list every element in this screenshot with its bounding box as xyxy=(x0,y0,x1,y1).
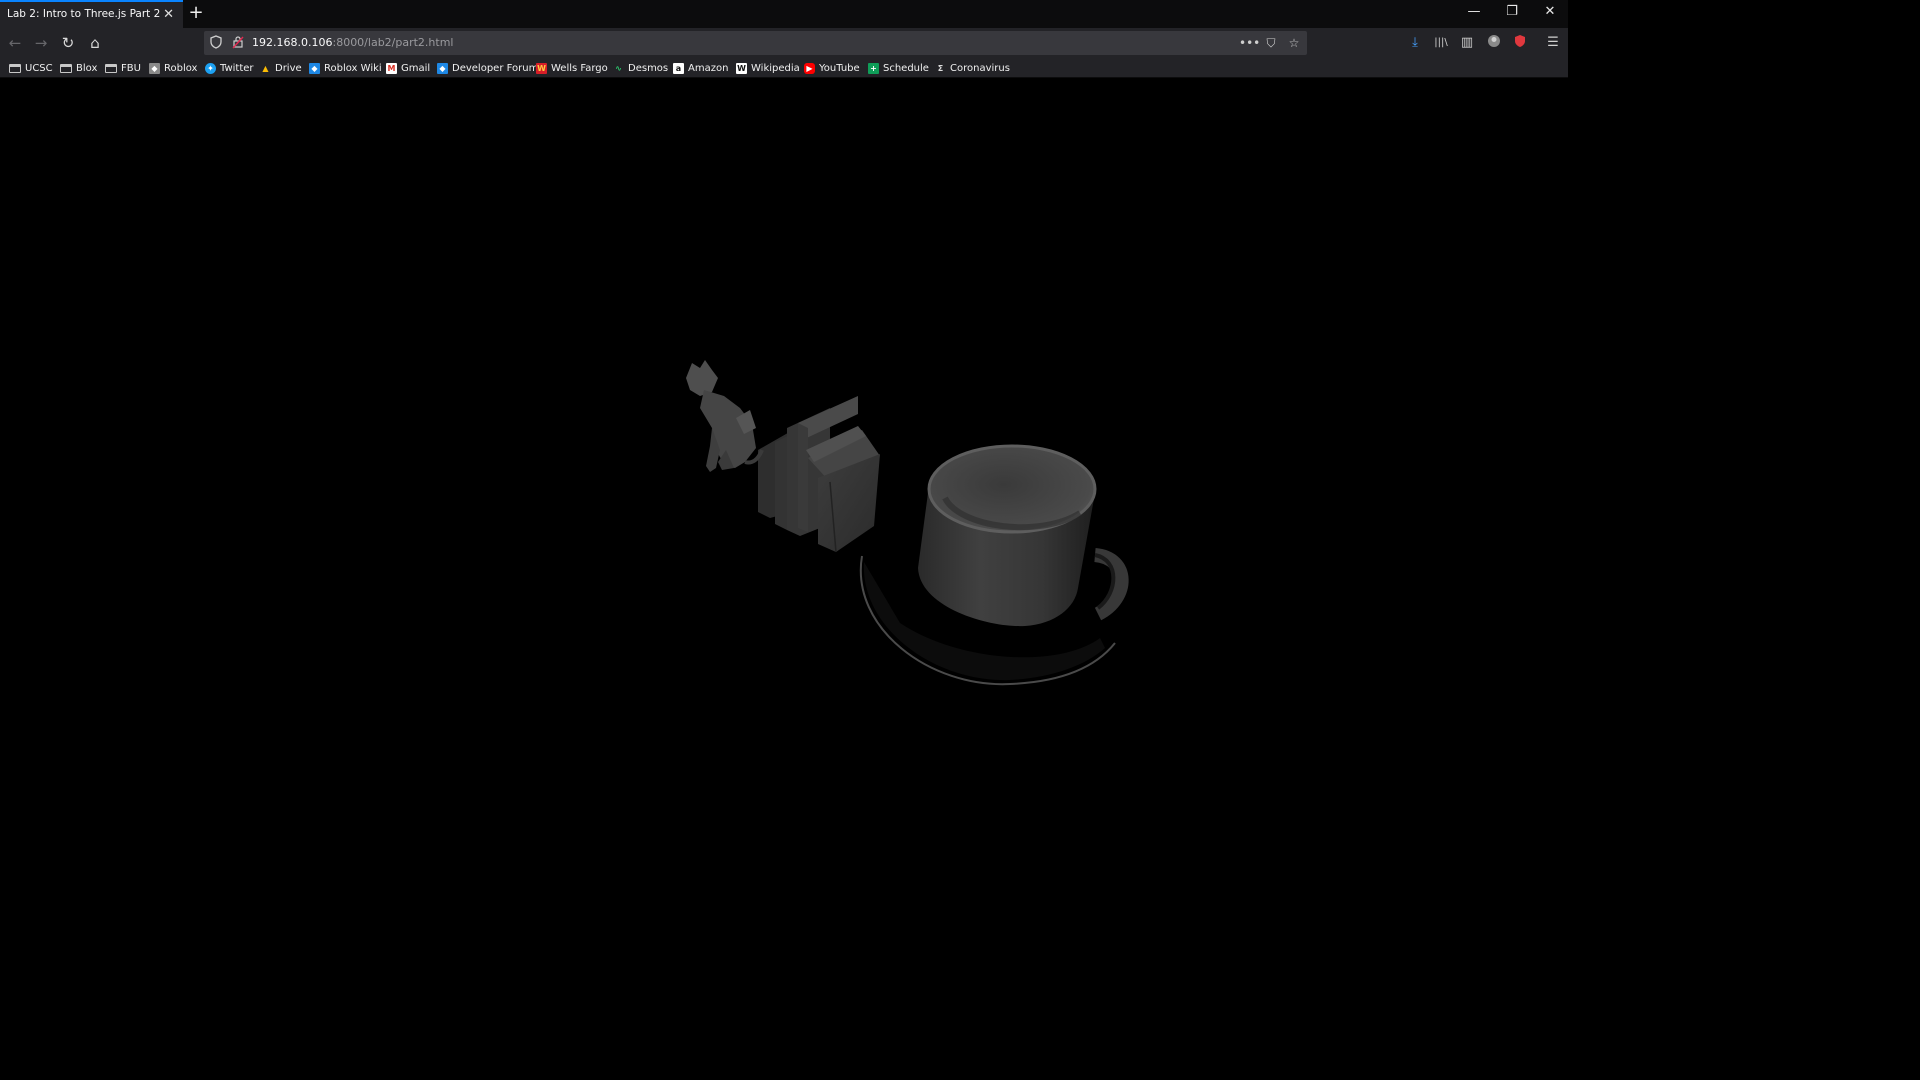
bookmark-gmail[interactable]: M Gmail xyxy=(386,60,430,76)
bookmark-label: UCSC xyxy=(25,62,53,74)
wellsfargo-icon: W xyxy=(536,62,547,74)
tab-title: Lab 2: Intro to Three.js Part 2 xyxy=(7,8,161,20)
bookmark-label: Blox xyxy=(76,62,98,74)
tab-close-icon[interactable]: ✕ xyxy=(163,8,174,21)
bookmark-label: Coronavirus xyxy=(950,62,1010,74)
page-actions-icon[interactable]: ••• xyxy=(1239,34,1260,52)
bookmark-label: Wikipedia xyxy=(751,62,800,74)
minimize-icon[interactable]: — xyxy=(1467,5,1481,19)
bookmark-label: Roblox Wiki xyxy=(324,62,382,74)
bookmark-drive[interactable]: ▲ Drive xyxy=(260,60,302,76)
folder-icon xyxy=(9,63,21,73)
navigation-toolbar: ← → ↻ ⌂ 192.168.0.106:8000/lab2/part2.ht… xyxy=(0,28,1568,58)
bookmark-wells-fargo[interactable]: W Wells Fargo xyxy=(536,60,608,76)
drive-icon: ▲ xyxy=(262,63,269,73)
bookmark-label: Desmos xyxy=(628,62,669,74)
url-text[interactable]: 192.168.0.106:8000/lab2/part2.html xyxy=(252,35,453,51)
twitter-icon: ✦ xyxy=(205,62,216,74)
bookmark-developer-forum[interactable]: ◆ Developer Forum xyxy=(437,60,538,76)
url-host: 192.168.0.106 xyxy=(252,36,333,49)
extension-avatar-icon[interactable] xyxy=(1485,34,1503,52)
menu-icon[interactable]: ☰ xyxy=(1544,34,1562,52)
bookmark-label: Amazon xyxy=(688,62,729,74)
folder-icon xyxy=(60,63,72,73)
schedule-icon: + xyxy=(868,62,879,74)
active-tab[interactable]: Lab 2: Intro to Three.js Part 2 ✕ xyxy=(0,0,183,28)
sidebar-icon[interactable]: ▥ xyxy=(1458,34,1476,52)
roblox-icon: ◆ xyxy=(149,62,160,74)
three-js-scene xyxy=(686,360,1129,686)
back-icon[interactable]: ← xyxy=(5,33,25,53)
bookmark-coronavirus[interactable]: Σ Coronavirus xyxy=(935,60,1010,76)
mug-model xyxy=(918,444,1129,627)
bookmark-label: YouTube xyxy=(819,62,860,74)
wikipedia-icon: W xyxy=(736,62,747,74)
pocket-icon[interactable]: ⛉ xyxy=(1262,34,1280,52)
bookmark-label: Drive xyxy=(275,62,302,74)
bookmark-roblox[interactable]: ◆ Roblox xyxy=(149,60,197,76)
bookmarks-toolbar: UCSC Blox FBU ◆ Roblox ✦ Twitter ▲ Drive ◆ Roblox … xyxy=(0,58,1568,78)
downloads-icon[interactable]: ⤓ xyxy=(1406,34,1424,52)
bookmark-label: FBU xyxy=(121,62,141,74)
forward-icon[interactable]: → xyxy=(31,33,51,53)
bookmark-twitter[interactable]: ✦ Twitter xyxy=(205,60,254,76)
bookmark-wikipedia[interactable]: W Wikipedia xyxy=(736,60,800,76)
bookmark-star-icon[interactable]: ☆ xyxy=(1285,34,1303,52)
roblox-wiki-icon: ◆ xyxy=(309,62,320,74)
bookmark-label: Schedule xyxy=(883,62,929,74)
url-bar[interactable]: 192.168.0.106:8000/lab2/part2.html ••• ⛉… xyxy=(204,31,1307,55)
bookmark-label: Developer Forum xyxy=(452,62,539,74)
restore-icon[interactable]: ❐ xyxy=(1505,5,1519,19)
bookmark-roblox-wiki[interactable]: ◆ Roblox Wiki xyxy=(309,60,382,76)
gmail-icon: M xyxy=(386,62,397,74)
books-model xyxy=(758,396,880,553)
bookmark-amazon[interactable]: a Amazon xyxy=(673,60,728,76)
cat-model xyxy=(686,360,764,472)
desmos-icon: ∿ xyxy=(615,63,622,73)
home-icon[interactable]: ⌂ xyxy=(85,33,105,53)
youtube-icon: ▶ xyxy=(804,62,815,74)
bookmark-label: Wells Fargo xyxy=(551,62,608,74)
url-path: :8000/lab2/part2.html xyxy=(332,36,454,49)
bookmark-label: Twitter xyxy=(220,62,254,74)
bookmark-youtube[interactable]: ▶ YouTube xyxy=(804,60,860,76)
library-icon[interactable]: |||\ xyxy=(1432,34,1450,52)
window-close-icon[interactable]: ✕ xyxy=(1543,5,1557,19)
bookmark-label: Gmail xyxy=(401,62,431,74)
tab-strip: Lab 2: Intro to Three.js Part 2 ✕ + — ❐ … xyxy=(0,0,1568,28)
tracking-shield-icon[interactable] xyxy=(209,35,223,51)
bookmark-desmos[interactable]: ∿ Desmos xyxy=(613,60,668,76)
amazon-icon: a xyxy=(673,62,684,74)
webgl-canvas[interactable] xyxy=(0,78,1568,882)
new-tab-button[interactable]: + xyxy=(188,4,204,22)
devforum-icon: ◆ xyxy=(437,62,448,74)
extension-shield-icon[interactable] xyxy=(1511,34,1529,52)
coronavirus-icon: Σ xyxy=(937,63,944,73)
bookmark-ucsc[interactable]: UCSC xyxy=(9,60,53,76)
bookmark-blox[interactable]: Blox xyxy=(60,60,97,76)
bookmark-fbu[interactable]: FBU xyxy=(105,60,141,76)
bookmark-schedule[interactable]: + Schedule xyxy=(868,60,929,76)
folder-icon xyxy=(105,63,117,73)
insecure-lock-icon[interactable] xyxy=(231,35,245,51)
reload-icon[interactable]: ↻ xyxy=(58,33,78,53)
bookmark-label: Roblox xyxy=(164,62,198,74)
